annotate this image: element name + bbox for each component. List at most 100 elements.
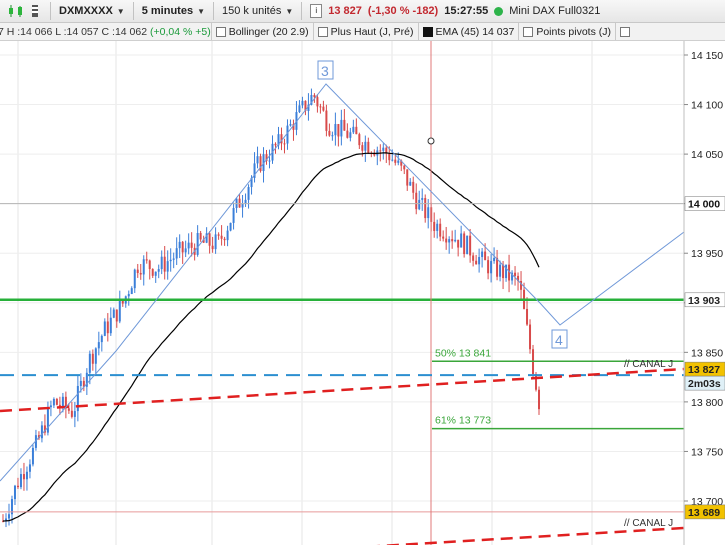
candle-body bbox=[136, 269, 139, 273]
candle-body bbox=[334, 124, 337, 136]
candle-body bbox=[412, 181, 415, 193]
last-price-tag-label: 13 827 bbox=[688, 364, 720, 376]
candle-body bbox=[67, 408, 70, 411]
checkbox-icon[interactable] bbox=[317, 26, 328, 37]
candle-body bbox=[70, 410, 73, 417]
candle-body bbox=[463, 233, 466, 255]
symbol-dropdown[interactable]: DXMXXXX ▼ bbox=[55, 5, 129, 17]
candle-body bbox=[526, 308, 529, 325]
candle-body bbox=[16, 485, 19, 488]
candle-body bbox=[103, 321, 106, 336]
candle-body bbox=[319, 106, 322, 108]
candle-body bbox=[529, 324, 532, 350]
candle-body bbox=[505, 264, 508, 279]
price-summary: i 13 827 (-1,30 % -182) 15:27:55 Mini DA… bbox=[306, 4, 604, 18]
candle-body bbox=[184, 248, 187, 253]
chevron-down-icon: ▼ bbox=[116, 6, 125, 16]
candle-body bbox=[313, 94, 316, 98]
candle-body bbox=[361, 145, 364, 151]
candle-body bbox=[427, 207, 430, 219]
candle-body bbox=[100, 335, 103, 343]
candle-body bbox=[97, 342, 100, 349]
indicator-pivots[interactable]: Points pivots (J) bbox=[518, 23, 615, 40]
last-price: 13 827 bbox=[328, 5, 362, 17]
candle-body bbox=[190, 242, 193, 248]
candle-body bbox=[478, 257, 481, 265]
indicator-plus-haut[interactable]: Plus Haut (J, Pré) bbox=[312, 23, 418, 40]
candle-body bbox=[115, 309, 118, 322]
candle-body bbox=[73, 411, 76, 417]
candle-body bbox=[181, 241, 184, 253]
candle-body bbox=[391, 159, 394, 161]
candle-body bbox=[445, 238, 448, 243]
axis-tick-label: 13 800 bbox=[691, 397, 723, 409]
candle-body bbox=[19, 474, 22, 488]
support-tag-label: 13 903 bbox=[688, 295, 720, 307]
countdown-tag-label: 2m03s bbox=[688, 378, 721, 390]
wave-3-label: 3 bbox=[321, 63, 329, 79]
chart-style-icon[interactable] bbox=[26, 3, 46, 19]
ohlc-values: 7 H :14 066 L :14 057 C :14 062 bbox=[0, 25, 148, 38]
timeframe-dropdown[interactable]: 5 minutes ▼ bbox=[138, 5, 209, 17]
candle-body bbox=[169, 259, 172, 262]
chevron-down-icon: ▼ bbox=[285, 6, 294, 16]
candle-body bbox=[220, 235, 223, 239]
candle-body bbox=[7, 514, 10, 519]
chart-background bbox=[0, 41, 725, 545]
candle-body bbox=[133, 269, 136, 289]
candle-body bbox=[331, 135, 334, 137]
info-icon[interactable]: i bbox=[310, 4, 323, 18]
clock-time: 15:27:55 bbox=[444, 5, 489, 17]
price-chart[interactable]: 50% 13 841 61% 13 773 // CANAL J // CANAL J… bbox=[0, 41, 725, 545]
indicator-ema[interactable]: EMA (45) 14 037 bbox=[417, 23, 519, 40]
checkbox-icon[interactable] bbox=[620, 26, 631, 37]
candle-body bbox=[490, 261, 493, 274]
marker-circle bbox=[427, 137, 435, 145]
candle-body bbox=[322, 106, 325, 111]
candle-body bbox=[289, 124, 292, 126]
candle-body bbox=[31, 447, 34, 465]
candle-body bbox=[208, 233, 211, 246]
candle-body bbox=[247, 187, 250, 200]
candle-body bbox=[433, 221, 436, 231]
indicator-label: Points pivots (J) bbox=[536, 25, 612, 38]
timeframe-label: 5 minutes bbox=[141, 5, 194, 17]
fib-61-label: 61% 13 773 bbox=[435, 415, 491, 427]
candle-body bbox=[337, 124, 340, 137]
candle-body bbox=[487, 260, 490, 274]
candle-body bbox=[502, 264, 505, 279]
candle-body bbox=[268, 160, 271, 162]
candle-body bbox=[355, 126, 358, 135]
candle-body bbox=[13, 485, 16, 500]
candle-body bbox=[226, 230, 229, 241]
candle-body bbox=[298, 105, 301, 113]
canal-label: // CANAL J bbox=[624, 359, 673, 370]
candle-body bbox=[22, 474, 25, 480]
checkbox-icon[interactable] bbox=[523, 26, 534, 37]
market-status-icon bbox=[494, 6, 504, 16]
indicator-bollinger[interactable]: Bollinger (20 2.9) bbox=[210, 23, 313, 40]
candle-body bbox=[418, 199, 421, 210]
indicator-label: Plus Haut (J, Pré) bbox=[330, 25, 414, 38]
candle-body bbox=[481, 251, 484, 258]
candle-body bbox=[316, 97, 319, 107]
checkbox-icon[interactable] bbox=[422, 26, 433, 37]
checkbox-icon[interactable] bbox=[215, 26, 226, 37]
candle-body bbox=[379, 150, 382, 152]
candlestick-type-icon[interactable] bbox=[6, 3, 26, 19]
units-dropdown[interactable]: 150 k unités ▼ bbox=[218, 5, 297, 17]
candle-body bbox=[493, 257, 496, 262]
candle-body bbox=[172, 258, 175, 260]
indicator-more[interactable] bbox=[615, 23, 634, 40]
candle-body bbox=[61, 396, 64, 408]
candle-body bbox=[457, 239, 460, 248]
candle-body bbox=[145, 259, 148, 261]
axis-tick-label: 14 150 bbox=[691, 50, 723, 62]
candle-body bbox=[346, 130, 349, 138]
candle-body bbox=[538, 389, 541, 410]
candle-body bbox=[118, 300, 121, 322]
candle-body bbox=[211, 245, 214, 250]
wave-4-label: 4 bbox=[555, 332, 563, 348]
candle-body bbox=[91, 353, 94, 364]
candle-body bbox=[514, 272, 517, 276]
